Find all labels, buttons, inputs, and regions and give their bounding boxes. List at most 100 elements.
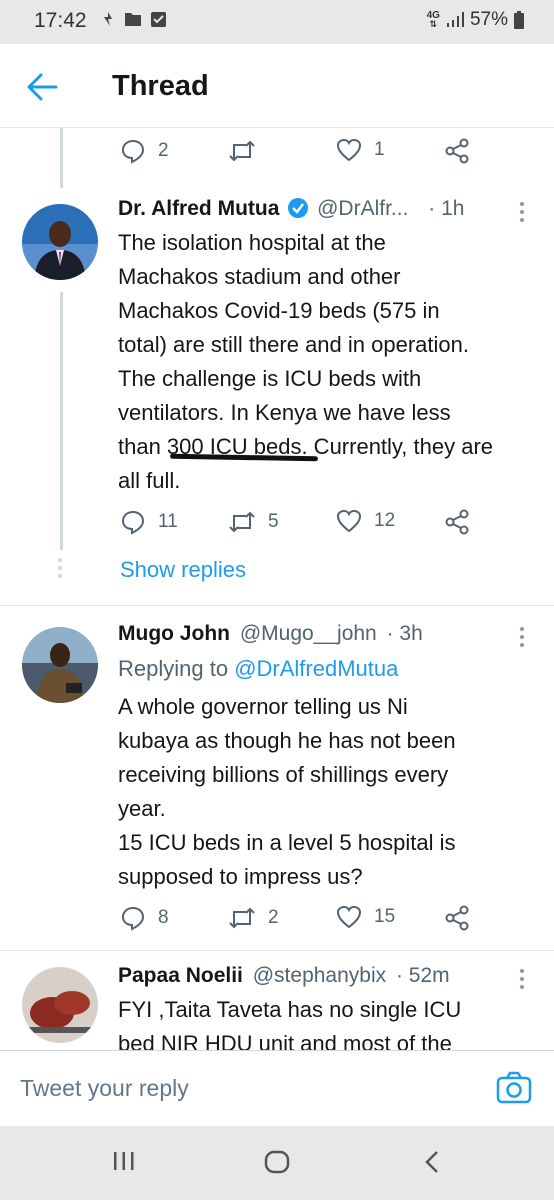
replying-to-label: Replying to [118,656,235,681]
tweet-text: FYI ,Taita Taveta has no single ICU bed … [118,993,542,1050]
tweet-time: · 52m [395,964,450,987]
status-time: 17:42 [34,9,87,32]
checkbox-icon [151,11,166,27]
share-button[interactable] [444,905,470,931]
thread-connector [60,128,63,188]
tweet-time: · 3h [386,622,423,645]
heart-icon [336,138,362,162]
reply-button[interactable]: 2 [120,138,169,164]
author-handle[interactable]: @DrAlfr... [317,197,408,220]
like-count: 15 [374,906,396,927]
reply-count: 2 [158,140,169,161]
replying-to: Replying to @DrAlfredMutua [118,656,398,682]
share-icon [445,138,469,164]
tweet-line: year. [118,796,166,821]
tweet-line: FYI ,Taita Taveta has no single ICU [118,997,462,1022]
notification-icons [100,10,167,28]
profile-photo [22,204,98,280]
retweet-count: 2 [268,907,279,928]
avatar[interactable] [22,204,98,280]
profile-photo [22,627,98,703]
author-name[interactable]: Papaa Noelii [118,964,243,987]
retweet-button[interactable] [228,138,256,164]
like-button[interactable]: 1 [336,138,385,162]
more-options-icon[interactable] [520,202,526,226]
like-button[interactable]: 12 [336,509,395,533]
tweet-line: A whole governor telling us Ni [118,694,408,719]
like-button[interactable]: 15 [336,905,395,929]
tweet-line: ventilators. In Kenya we have less [118,400,451,425]
tweet-clipped: Papaa Noelii @stephanybix · 52m FYI ,Tai… [0,951,554,1050]
tweet-line: total) are still there and in operation. [118,332,469,357]
verified-badge-icon [288,198,309,218]
status-bar: 17:42 4G ⇅ 57% [0,0,554,44]
page-title: Thread [112,70,209,102]
share-icon [445,509,469,535]
profile-photo [22,967,98,1043]
share-button[interactable] [444,138,470,164]
tweet-text: A whole governor telling us Ni kubaya as… [118,690,542,894]
thread-header: Thread [0,44,554,128]
network-type: 4G ⇅ [426,10,440,29]
tweet-header: Papaa Noelii @stephanybix · 52m [118,964,450,988]
retweet-icon [229,511,255,533]
camera-icon[interactable] [496,1071,532,1105]
signal-icon [446,12,464,27]
retweet-icon [229,140,255,162]
folder-icon [125,13,141,26]
like-count: 12 [374,510,396,531]
avatar[interactable] [22,967,98,1043]
share-icon [445,905,469,931]
author-handle[interactable]: @Mugo__john [240,622,377,645]
reply-icon [121,906,145,931]
nav-back-icon[interactable] [424,1150,440,1174]
tweet-line: Machakos Covid-19 beds (575 in [118,298,440,323]
reply-count: 8 [158,907,169,928]
tweet-line: Machakos stadium and other [118,264,401,289]
reply-composer[interactable]: Tweet your reply [0,1050,554,1126]
like-count: 1 [374,139,385,160]
reply-count: 11 [158,511,178,532]
author-name[interactable]: Dr. Alfred Mutua [118,197,279,220]
tweet-time: · 1h [428,197,465,220]
tweet-line: all full. [118,468,181,493]
status-right: 4G ⇅ 57% [427,9,524,31]
notification-icon [104,12,112,26]
author-name[interactable]: Mugo John [118,622,230,645]
tweet-line: bed NIR HDU unit and most of the [118,1031,452,1050]
recent-apps-icon[interactable] [112,1150,136,1172]
show-replies-link[interactable]: Show replies [120,557,246,583]
battery-icon [514,11,524,29]
retweet-button[interactable]: 2 [228,905,279,931]
back-arrow-icon[interactable] [26,72,58,102]
tweet-line: receiving billions of shillings every [118,762,449,787]
tweet-header: Mugo John @Mugo__john · 3h [118,622,423,646]
thread-dots [58,558,62,578]
system-nav-bar [0,1126,554,1200]
tweet-header: Dr. Alfred Mutua @DrAlfr... · 1h [118,197,464,221]
tweet-line: 15 ICU beds in a level 5 hospital is [118,830,456,855]
divider [0,605,554,606]
thread-connector [60,292,63,550]
more-options-icon[interactable] [520,627,526,651]
reply-button[interactable]: 11 [120,509,178,535]
reply-input[interactable]: Tweet your reply [20,1075,189,1102]
replying-to-handle[interactable]: @DrAlfredMutua [234,656,398,681]
retweet-icon [229,907,255,929]
tweet-line: kubaya as though he has not been [118,728,456,753]
avatar[interactable] [22,627,98,703]
tweet-line: The isolation hospital at the [118,230,386,255]
more-options-icon[interactable] [520,969,526,993]
author-handle[interactable]: @stephanybix [253,964,386,987]
tweet-line: supposed to impress us? [118,864,363,889]
home-icon[interactable] [264,1150,290,1174]
heart-icon [336,509,362,533]
retweet-count: 5 [268,511,279,532]
retweet-button[interactable]: 5 [228,509,279,535]
reply-button[interactable]: 8 [120,905,169,931]
reply-icon [121,510,145,535]
heart-icon [336,905,362,929]
battery-level: 57% [469,9,508,30]
share-button[interactable] [444,509,470,535]
reply-icon [121,139,145,164]
